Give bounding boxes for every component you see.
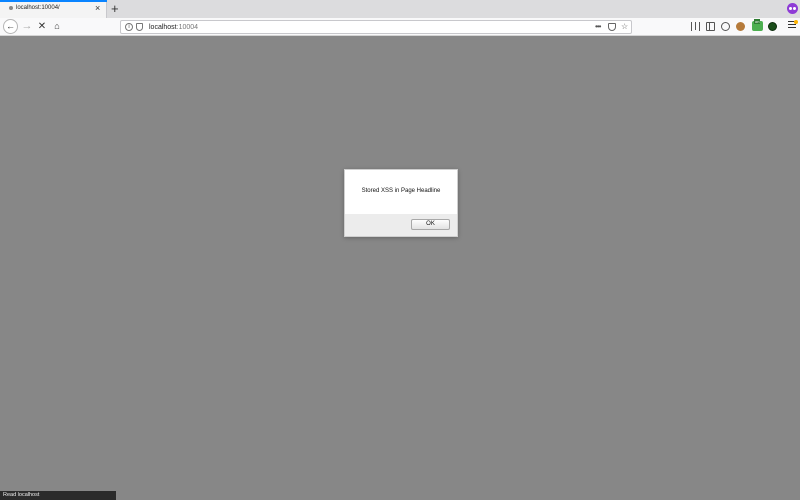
forward-button[interactable]: → <box>21 19 33 34</box>
site-info-icon[interactable]: i <box>125 23 133 31</box>
tab-loading-indicator <box>0 0 107 2</box>
firefox-account-avatar[interactable] <box>787 3 798 14</box>
url-bar[interactable]: i localhost:10004 ••• ☆ <box>120 20 632 34</box>
status-text: Read localhost <box>3 492 40 498</box>
url-port: :10004 <box>176 24 199 31</box>
url-text[interactable]: localhost:10004 <box>149 23 198 32</box>
cookie-extension-icon[interactable] <box>736 22 745 31</box>
pocket-icon[interactable] <box>608 23 616 31</box>
home-button[interactable]: ⌂ <box>51 19 63 34</box>
dark-mode-extension-icon[interactable] <box>768 22 777 31</box>
new-tab-button[interactable]: + <box>111 1 119 16</box>
stop-button[interactable]: ✕ <box>36 19 48 34</box>
extension-badge: on <box>754 19 761 24</box>
library-icon[interactable] <box>691 22 700 31</box>
status-bar: Read localhost <box>0 491 116 500</box>
ok-button[interactable]: OK <box>411 219 450 230</box>
tracking-shield-icon[interactable] <box>136 23 143 31</box>
update-notification-dot <box>794 20 798 24</box>
navigation-toolbar: ← → ✕ ⌂ i localhost:10004 ••• ☆ on <box>0 18 800 36</box>
back-button[interactable]: ← <box>3 19 18 34</box>
sidebar-icon[interactable] <box>706 22 715 31</box>
sync-icon[interactable] <box>721 22 730 31</box>
alert-footer: OK <box>345 214 457 236</box>
browser-tab[interactable]: localhost:10004/ × <box>0 0 107 18</box>
url-host: localhost <box>149 24 177 31</box>
tab-strip: localhost:10004/ × + <box>0 0 800 18</box>
alert-dialog: Stored XSS in Page Headline OK <box>344 169 458 237</box>
page-actions-icon[interactable]: ••• <box>595 22 601 32</box>
bookmark-star-icon[interactable]: ☆ <box>621 22 628 32</box>
close-tab-icon[interactable]: × <box>95 3 100 13</box>
alert-message: Stored XSS in Page Headline <box>361 188 441 194</box>
tab-loading-icon <box>9 6 13 10</box>
tab-title: localhost:10004/ <box>16 5 60 11</box>
